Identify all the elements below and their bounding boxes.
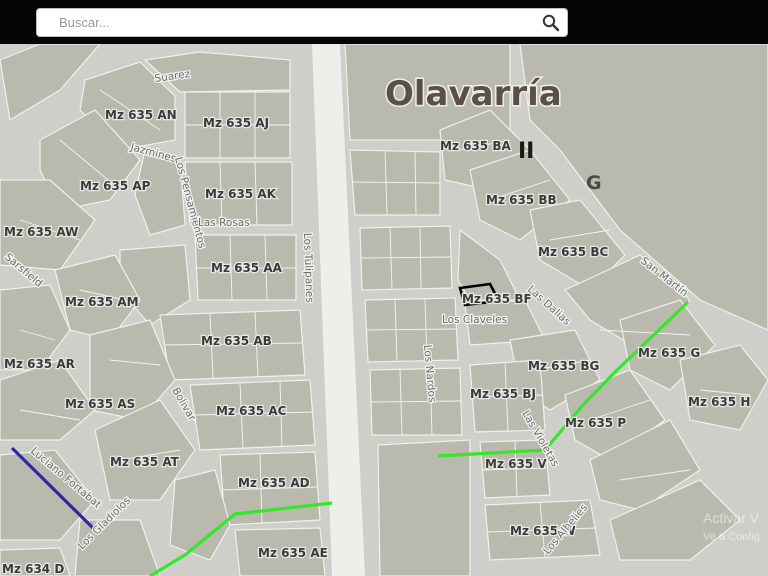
top-bar xyxy=(0,0,768,44)
city-label: Olavarría xyxy=(385,74,562,114)
block-label: Mz 634 D xyxy=(2,562,64,576)
block-label: Mz 635 AB xyxy=(201,334,272,348)
block-label: Mz 635 V xyxy=(485,457,547,471)
block-label: Mz 635 AM xyxy=(65,295,139,309)
block-label: Mz 635 BF xyxy=(462,292,532,306)
block-label: Mz 635 BJ xyxy=(470,387,536,401)
block-label: Mz 635 BA xyxy=(440,139,511,153)
block-label: Mz 635 AA xyxy=(211,261,283,275)
marker-ii: II xyxy=(518,139,534,164)
search-icon[interactable] xyxy=(541,13,561,33)
block-label: Mz 635 BC xyxy=(538,245,608,259)
activation-watermark-title: Activar V xyxy=(703,510,760,526)
block-label: Mz 635 AS xyxy=(65,397,135,411)
block-label: Mz 635 AT xyxy=(110,455,180,469)
street-label: Las Rosas xyxy=(198,217,250,229)
marker-g: G xyxy=(586,172,602,194)
search-input[interactable] xyxy=(47,12,541,33)
street-label: Los Claveles xyxy=(442,314,507,326)
street-label: Los Tulipanes xyxy=(301,233,315,303)
block-label: Mz 635 AC xyxy=(216,404,287,418)
block-label: Mz 635 BG xyxy=(528,359,599,373)
map-svg[interactable]: Mz 635 AN Mz 635 AJ Mz 635 AP Mz 635 AK … xyxy=(0,44,768,576)
block-label: Mz 635 H xyxy=(688,395,750,409)
block-plain-south xyxy=(377,439,471,576)
block-label: Mz 635 P xyxy=(565,416,626,430)
block-label: Mz 635 AW xyxy=(4,225,78,239)
block-label: Mz 635 G xyxy=(638,346,700,360)
block-label: Mz 635 AJ xyxy=(203,116,269,130)
map-canvas[interactable]: Mz 635 AN Mz 635 AJ Mz 635 AP Mz 635 AK … xyxy=(0,44,768,576)
block-label: Mz 635 AP xyxy=(80,179,151,193)
block-label: Mz 635 AE xyxy=(258,546,328,560)
block-label: Mz 635 BB xyxy=(486,193,557,207)
activation-watermark-subtitle: Ve a Config xyxy=(703,531,760,543)
block-label: Mz 635 AK xyxy=(205,187,277,201)
block-label: Mz 635 AD xyxy=(238,476,310,490)
block-label: Mz 635 AN xyxy=(105,108,177,122)
search-box[interactable] xyxy=(36,8,568,37)
block-label: Mz 635 AR xyxy=(4,357,75,371)
